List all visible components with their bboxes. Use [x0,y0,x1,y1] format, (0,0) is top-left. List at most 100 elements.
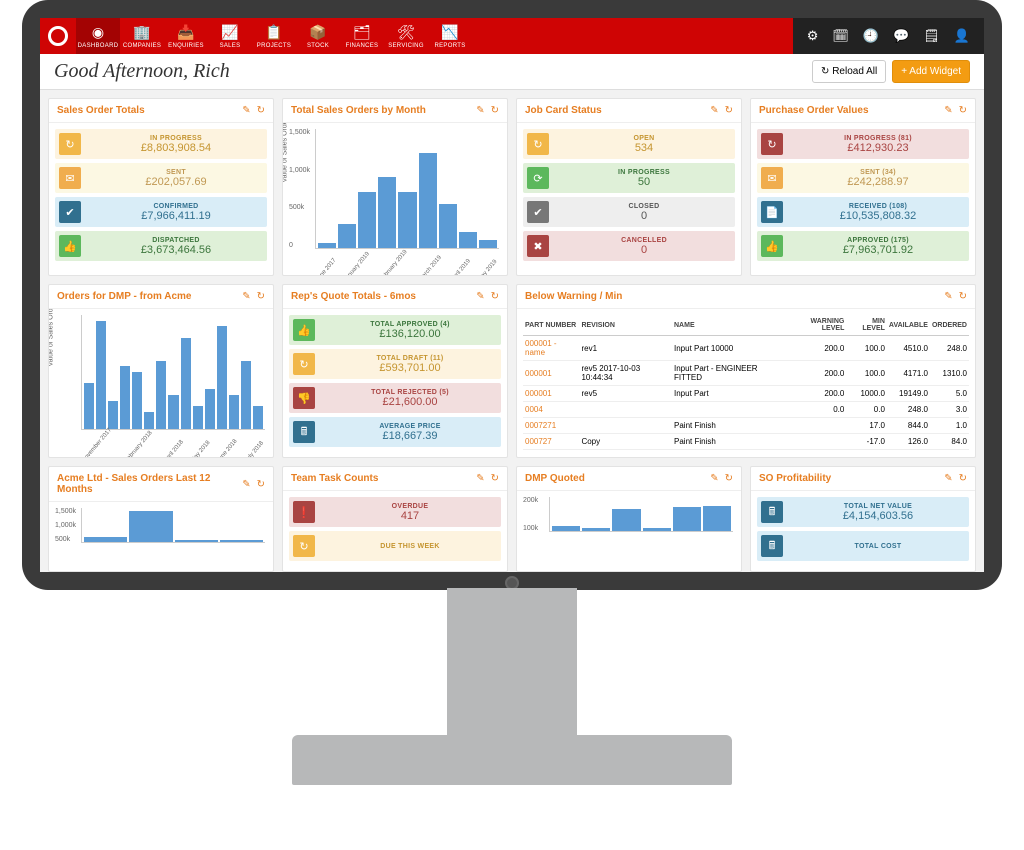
y-axis-label: Value of Sales Orders [49,309,55,366]
stat-label: TOTAL COST [791,543,965,550]
stat-value: £202,057.69 [89,176,263,188]
refresh-icon[interactable]: ↻ [257,105,265,116]
chart-bar [229,395,239,429]
refresh-icon[interactable]: ↻ [491,291,499,302]
widget-title: Orders for DMP - from Acme [57,291,191,302]
table-cell: 3.0 [930,402,969,418]
stat-row: 👍 TOTAL APPROVED (4)£136,120.00 [289,315,501,345]
edit-icon[interactable]: ✎ [242,291,250,302]
refresh-icon[interactable]: ↻ [491,105,499,116]
settings-icon[interactable]: ⚙ [807,28,819,44]
refresh-icon[interactable]: ↻ [257,291,265,302]
stat-row: ❗OVERDUE417 [289,497,501,527]
refresh-icon[interactable]: ↻ [959,105,967,116]
stat-label: SENT [89,169,263,176]
stat-icon: ↻ [761,133,783,155]
calendar-icon[interactable]: 🗓 [832,28,849,44]
y-axis: 200k100k [523,497,538,532]
stat-value: £136,120.00 [323,328,497,340]
refresh-icon[interactable]: ↻ [491,473,499,484]
table-cell: Copy [579,434,672,450]
edit-icon[interactable]: ✎ [476,473,484,484]
stat-icon: 🖩 [293,421,315,443]
table-row[interactable]: 000727CopyPaint Finish-17.0126.084.0 [523,434,969,450]
table-row[interactable]: 000001 - namerev1Input Part 10000200.010… [523,336,969,361]
chart-bar [552,526,580,531]
widget-title: DMP Quoted [525,473,585,484]
refresh-icon[interactable]: ↻ [959,291,967,302]
app-logo[interactable] [40,18,76,54]
stat-value: £242,288.97 [791,176,965,188]
edit-icon[interactable]: ✎ [242,105,250,116]
stat-icon: ⟳ [527,167,549,189]
edit-icon[interactable]: ✎ [476,105,484,116]
nav-projects[interactable]: 📋PROJECTS [252,18,296,54]
stat-label: TOTAL APPROVED (4) [323,321,497,328]
chart-bar [217,326,227,429]
table-row[interactable]: 00040.00.0248.03.0 [523,402,969,418]
stat-label: DUE THIS WEEK [323,543,497,550]
refresh-icon[interactable]: ↻ [725,473,733,484]
chart-bar [129,511,172,542]
edit-icon[interactable]: ✎ [242,479,250,490]
table-cell: 84.0 [930,434,969,450]
stat-row: 🖩TOTAL NET VALUE£4,154,603.56 [757,497,969,527]
stat-row: 👎TOTAL REJECTED (5)£21,600.00 [289,383,501,413]
table-row[interactable]: 0007271Paint Finish17.0844.01.0 [523,418,969,434]
chart-plot [81,508,265,543]
x-tick: June 2017 [315,258,338,275]
edit-icon[interactable]: ✎ [944,105,952,116]
nav-stock[interactable]: 📦STOCK [296,18,340,54]
stat-icon: ↻ [527,133,549,155]
chart-bar [156,361,166,429]
edit-icon[interactable]: ✎ [944,473,952,484]
stat-icon: ↻ [293,353,315,375]
chart-bar [181,338,191,429]
refresh-icon[interactable]: ↻ [257,479,265,490]
reload-all-button[interactable]: ↻ Reload All [812,60,886,83]
stat-value: £7,966,411.19 [89,210,263,222]
clock-icon[interactable]: 🕘 [863,28,879,44]
nav-enquiries[interactable]: 📥ENQUIRIES [164,18,208,54]
nav-companies[interactable]: 🏢COMPANIES [120,18,164,54]
nav-sales[interactable]: 📈SALES [208,18,252,54]
stat-value: £4,154,603.56 [791,510,965,522]
table-row[interactable]: 000001rev5Input Part200.01000.019149.05.… [523,386,969,402]
add-widget-button[interactable]: + Add Widget [892,60,970,83]
nav-servicing[interactable]: 🛠SERVICING [384,18,428,54]
edit-icon[interactable]: ✎ [476,291,484,302]
widget-team-task-counts: Team Task Counts✎↻ ❗OVERDUE417↻DUE THIS … [282,466,508,572]
edit-icon[interactable]: ✎ [710,105,718,116]
nav-finances[interactable]: 🗂FINANCES [340,18,384,54]
refresh-icon[interactable]: ↻ [959,473,967,484]
table-row[interactable]: 000001rev5 2017-10-03 10:44:34Input Part… [523,361,969,386]
topbar-utilities: ⚙ 🗓 🕘 💬 🗒 👤 [793,18,984,54]
stat-icon: 👍 [59,235,81,257]
stat-row: ↻IN PROGRESS (81)£412,930.23 [757,129,969,159]
table-cell: 000001 [523,386,579,402]
stat-value: £7,963,701.92 [791,244,965,256]
stat-label: IN PROGRESS [89,135,263,142]
chart-bar [241,361,251,429]
stat-value: £8,803,908.54 [89,142,263,154]
chart-bar [168,395,178,429]
edit-icon[interactable]: ✎ [710,473,718,484]
nav-reports[interactable]: 📉REPORTS [428,18,472,54]
stock-table: PART NUMBERREVISIONNAMEWARNING LEVELMIN … [523,315,969,450]
edit-icon[interactable]: ✎ [944,291,952,302]
user-icon[interactable]: 👤 [954,28,970,44]
stat-label: AVERAGE PRICE [323,423,497,430]
chart-bar [120,366,130,429]
table-cell: 0007271 [523,418,579,434]
chart-bar [84,383,94,429]
stat-value: 50 [557,176,731,188]
nav-dashboard[interactable]: ◉DASHBOARD [76,18,120,54]
stat-value: 534 [557,142,731,154]
notifications-icon[interactable]: 🗒 [923,28,940,44]
chat-icon[interactable]: 💬 [893,28,909,44]
stat-label: CONFIRMED [89,203,263,210]
refresh-icon[interactable]: ↻ [725,105,733,116]
table-header: REVISION [579,315,672,336]
stat-icon: 👍 [293,319,315,341]
stat-value: £593,701.00 [323,362,497,374]
